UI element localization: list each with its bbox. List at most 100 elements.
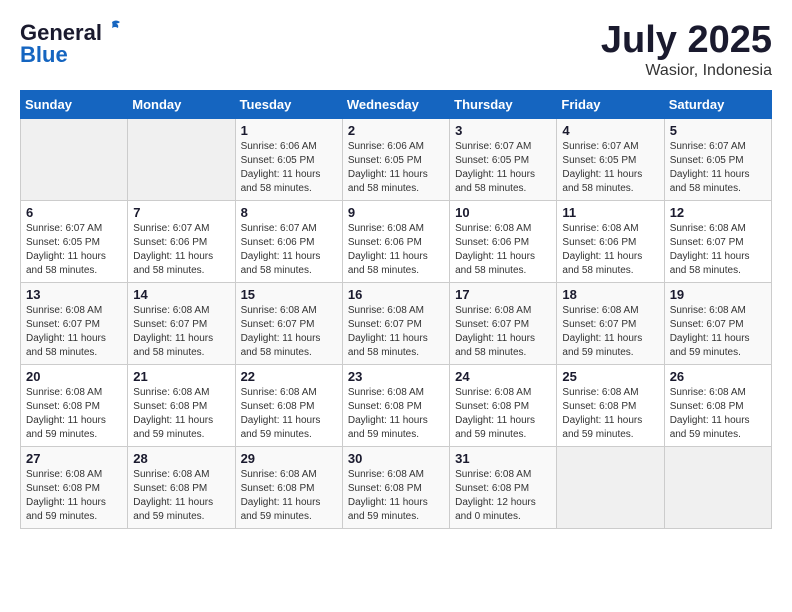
day-number: 17 xyxy=(455,287,551,302)
day-detail: Sunrise: 6:08 AMSunset: 6:08 PMDaylight:… xyxy=(455,386,551,442)
day-number: 27 xyxy=(26,451,122,466)
day-number: 1 xyxy=(241,123,337,138)
day-detail: Sunrise: 6:06 AMSunset: 6:05 PMDaylight:… xyxy=(348,140,444,196)
day-number: 6 xyxy=(26,205,122,220)
day-number: 2 xyxy=(348,123,444,138)
header-day-friday: Friday xyxy=(557,90,664,118)
calendar-week-row: 13 Sunrise: 6:08 AMSunset: 6:07 PMDayligh… xyxy=(21,282,772,364)
day-number: 5 xyxy=(670,123,766,138)
day-number: 30 xyxy=(348,451,444,466)
calendar-cell: 23 Sunrise: 6:08 AMSunset: 6:08 PMDayligh… xyxy=(342,364,449,446)
calendar-cell: 17 Sunrise: 6:08 AMSunset: 6:07 PMDayligh… xyxy=(450,282,557,364)
day-detail: Sunrise: 6:08 AMSunset: 6:08 PMDaylight:… xyxy=(26,468,122,524)
header-day-sunday: Sunday xyxy=(21,90,128,118)
calendar-cell: 13Sunrise: 6:08 AMSunset: 6:07 PMDayligh… xyxy=(21,282,128,364)
day-number: 7 xyxy=(133,205,229,220)
header-day-saturday: Saturday xyxy=(664,90,771,118)
calendar-cell: 2 Sunrise: 6:06 AMSunset: 6:05 PMDaylight… xyxy=(342,118,449,200)
calendar-cell: 16Sunrise: 6:08 AMSunset: 6:07 PMDayligh… xyxy=(342,282,449,364)
day-detail: Sunrise: 6:08 AMSunset: 6:08 PMDaylight:… xyxy=(133,468,229,524)
day-detail: Sunrise: 6:08 AMSunset: 6:07 PMDaylight:… xyxy=(670,304,766,360)
calendar-cell: 31 Sunrise: 6:08 AMSunset: 6:08 PMDayligh… xyxy=(450,446,557,528)
header-day-tuesday: Tuesday xyxy=(235,90,342,118)
calendar-cell: 26Sunrise: 6:08 AMSunset: 6:08 PMDayligh… xyxy=(664,364,771,446)
day-number: 9 xyxy=(348,205,444,220)
calendar-cell: 6 Sunrise: 6:07 AMSunset: 6:05 PMDaylight… xyxy=(21,200,128,282)
calendar-cell: 30 Sunrise: 6:08 AMSunset: 6:08 PMDayligh… xyxy=(342,446,449,528)
calendar-cell: 1Sunrise: 6:06 AMSunset: 6:05 PMDaylight… xyxy=(235,118,342,200)
day-number: 29 xyxy=(241,451,337,466)
header-day-wednesday: Wednesday xyxy=(342,90,449,118)
day-number: 31 xyxy=(455,451,551,466)
day-detail: Sunrise: 6:08 AMSunset: 6:06 PMDaylight:… xyxy=(348,222,444,278)
calendar-cell: 11 Sunrise: 6:08 AMSunset: 6:06 PMDayligh… xyxy=(557,200,664,282)
calendar-cell: 24 Sunrise: 6:08 AMSunset: 6:08 PMDayligh… xyxy=(450,364,557,446)
day-number: 4 xyxy=(562,123,658,138)
day-detail: Sunrise: 6:08 AMSunset: 6:08 PMDaylight:… xyxy=(241,468,337,524)
day-detail: Sunrise: 6:08 AMSunset: 6:08 PMDaylight:… xyxy=(241,386,337,442)
calendar-cell: 10Sunrise: 6:08 AMSunset: 6:06 PMDayligh… xyxy=(450,200,557,282)
day-number: 14 xyxy=(133,287,229,302)
day-detail: Sunrise: 6:08 AMSunset: 6:08 PMDaylight:… xyxy=(348,468,444,524)
calendar-cell xyxy=(21,118,128,200)
calendar-cell xyxy=(664,446,771,528)
day-detail: Sunrise: 6:07 AMSunset: 6:05 PMDaylight:… xyxy=(26,222,122,278)
logo-bird-icon xyxy=(104,18,126,40)
calendar-cell: 14 Sunrise: 6:08 AMSunset: 6:07 PMDayligh… xyxy=(128,282,235,364)
day-detail: Sunrise: 6:08 AMSunset: 6:07 PMDaylight:… xyxy=(348,304,444,360)
day-detail: Sunrise: 6:08 AMSunset: 6:08 PMDaylight:… xyxy=(562,386,658,442)
page-header: General Blue July 2025 Wasior, Indonesia xyxy=(20,20,772,80)
calendar-cell xyxy=(557,446,664,528)
day-number: 11 xyxy=(562,205,658,220)
day-number: 19 xyxy=(670,287,766,302)
day-number: 3 xyxy=(455,123,551,138)
calendar-cell: 20 Sunrise: 6:08 AMSunset: 6:08 PMDayligh… xyxy=(21,364,128,446)
day-number: 22 xyxy=(241,369,337,384)
month-title: July 2025 xyxy=(601,20,772,62)
day-number: 18 xyxy=(562,287,658,302)
day-detail: Sunrise: 6:07 AMSunset: 6:05 PMDaylight:… xyxy=(670,140,766,196)
day-detail: Sunrise: 6:08 AMSunset: 6:08 PMDaylight:… xyxy=(348,386,444,442)
location-label: Wasior, Indonesia xyxy=(601,62,772,80)
day-number: 26 xyxy=(670,369,766,384)
calendar-cell: 4 Sunrise: 6:07 AMSunset: 6:05 PMDaylight… xyxy=(557,118,664,200)
calendar-cell: 18Sunrise: 6:08 AMSunset: 6:07 PMDayligh… xyxy=(557,282,664,364)
calendar-cell: 28Sunrise: 6:08 AMSunset: 6:08 PMDayligh… xyxy=(128,446,235,528)
day-detail: Sunrise: 6:08 AMSunset: 6:06 PMDaylight:… xyxy=(562,222,658,278)
day-number: 10 xyxy=(455,205,551,220)
day-detail: Sunrise: 6:07 AMSunset: 6:05 PMDaylight:… xyxy=(455,140,551,196)
calendar-cell: 9 Sunrise: 6:08 AMSunset: 6:06 PMDaylight… xyxy=(342,200,449,282)
calendar-cell: 19 Sunrise: 6:08 AMSunset: 6:07 PMDayligh… xyxy=(664,282,771,364)
day-number: 23 xyxy=(348,369,444,384)
calendar-week-row: 20 Sunrise: 6:08 AMSunset: 6:08 PMDayligh… xyxy=(21,364,772,446)
day-number: 15 xyxy=(241,287,337,302)
calendar-cell: 21Sunrise: 6:08 AMSunset: 6:08 PMDayligh… xyxy=(128,364,235,446)
calendar-cell: 12Sunrise: 6:08 AMSunset: 6:07 PMDayligh… xyxy=(664,200,771,282)
day-number: 13 xyxy=(26,287,122,302)
title-area: July 2025 Wasior, Indonesia xyxy=(601,20,772,80)
calendar-cell: 22 Sunrise: 6:08 AMSunset: 6:08 PMDayligh… xyxy=(235,364,342,446)
calendar-cell: 15 Sunrise: 6:08 AMSunset: 6:07 PMDayligh… xyxy=(235,282,342,364)
calendar-cell xyxy=(128,118,235,200)
day-number: 20 xyxy=(26,369,122,384)
calendar-week-row: 27 Sunrise: 6:08 AMSunset: 6:08 PMDayligh… xyxy=(21,446,772,528)
calendar-week-row: 1 Sunrise: 6:06 AMSunset: 6:05 PMDaylight… xyxy=(21,118,772,200)
day-detail: Sunrise: 6:08 AMSunset: 6:08 PMDaylight:… xyxy=(26,386,122,442)
day-detail: Sunrise: 6:08 AMSunset: 6:07 PMDaylight:… xyxy=(241,304,337,360)
calendar-cell: 29 Sunrise: 6:08 AMSunset: 6:08 PMDayligh… xyxy=(235,446,342,528)
header-day-thursday: Thursday xyxy=(450,90,557,118)
day-number: 21 xyxy=(133,369,229,384)
day-detail: Sunrise: 6:07 AMSunset: 6:05 PMDaylight:… xyxy=(562,140,658,196)
day-detail: Sunrise: 6:08 AMSunset: 6:07 PMDaylight:… xyxy=(133,304,229,360)
day-number: 24 xyxy=(455,369,551,384)
day-number: 25 xyxy=(562,369,658,384)
day-detail: Sunrise: 6:08 AMSunset: 6:08 PMDaylight:… xyxy=(455,468,551,524)
day-number: 12 xyxy=(670,205,766,220)
logo-blue-text: Blue xyxy=(20,42,68,68)
calendar-cell: 7Sunrise: 6:07 AMSunset: 6:06 PMDaylight… xyxy=(128,200,235,282)
calendar-cell: 25 Sunrise: 6:08 AMSunset: 6:08 PMDayligh… xyxy=(557,364,664,446)
header-day-monday: Monday xyxy=(128,90,235,118)
day-detail: Sunrise: 6:07 AMSunset: 6:06 PMDaylight:… xyxy=(241,222,337,278)
day-detail: Sunrise: 6:08 AMSunset: 6:07 PMDaylight:… xyxy=(455,304,551,360)
logo: General Blue xyxy=(20,20,126,68)
